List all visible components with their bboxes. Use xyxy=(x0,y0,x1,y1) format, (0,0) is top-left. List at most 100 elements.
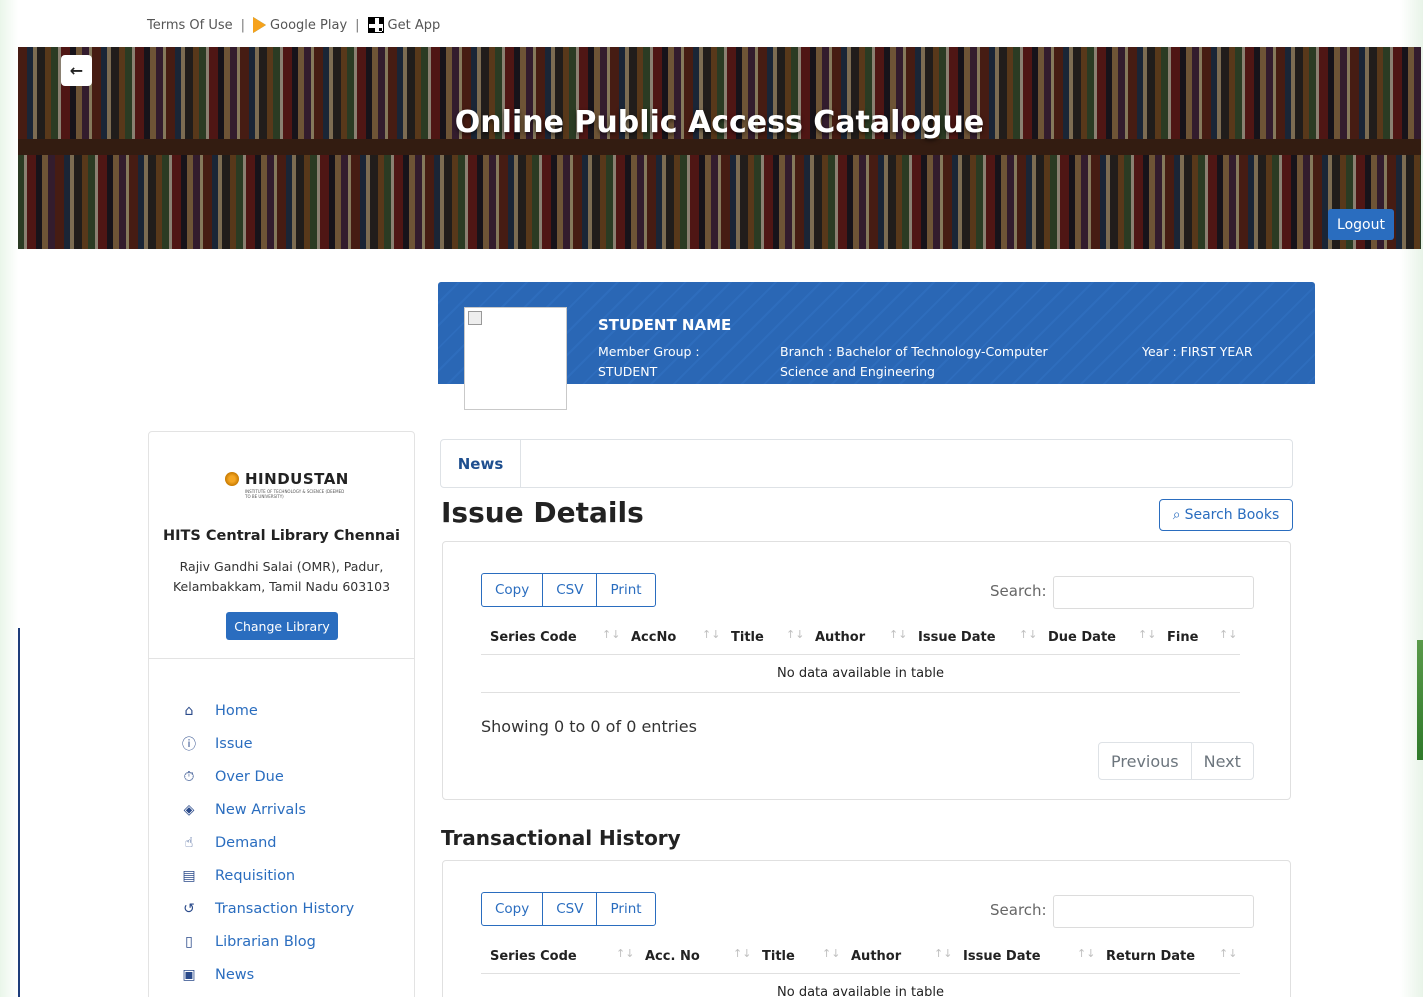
sidebar-menu: ⌂ Home ⓘ Issue ⏱ Over Due ◈ New Arrivals ☝ De… xyxy=(181,694,354,991)
sort-icon[interactable]: ↑↓ xyxy=(1219,628,1237,641)
logo-emblem-icon xyxy=(225,472,239,486)
sidebar-item-label: Librarian Blog xyxy=(215,933,316,950)
export-button-group: Copy CSV Print xyxy=(481,892,656,926)
google-play-label: Google Play xyxy=(270,17,348,33)
change-library-button[interactable]: Change Library xyxy=(226,612,338,640)
table-search-input[interactable] xyxy=(1053,895,1254,928)
empty-table-message: No data available in table xyxy=(481,974,1240,997)
issue-details-panel: Copy CSV Print Search: Series Code ↑↓ Ac… xyxy=(442,541,1291,800)
divider xyxy=(149,658,414,659)
column-header[interactable]: Issue Date xyxy=(963,939,1041,974)
back-button[interactable]: ← xyxy=(61,55,92,86)
arrow-left-icon: ← xyxy=(69,61,84,80)
sort-icon[interactable]: ↑↓ xyxy=(602,628,620,641)
column-header[interactable]: Due Date xyxy=(1048,620,1116,655)
sort-icon[interactable]: ↑↓ xyxy=(616,947,634,960)
column-header[interactable]: Author xyxy=(851,939,901,974)
sidebar-item-demand[interactable]: ☝ Demand xyxy=(181,826,354,859)
column-header[interactable]: Fine xyxy=(1167,620,1198,655)
header-banner: Online Public Access Catalogue ← Logout xyxy=(18,47,1421,249)
sort-icon[interactable]: ↑↓ xyxy=(934,947,952,960)
sidebar-item-label: New Arrivals xyxy=(215,801,306,818)
sidebar-item-label: Over Due xyxy=(215,768,284,785)
cursor-click-icon: ☝ xyxy=(184,834,194,851)
copy-button[interactable]: Copy xyxy=(481,573,544,607)
document-icon: ▣ xyxy=(182,966,196,983)
column-header[interactable]: Title xyxy=(762,939,795,974)
clock-money-icon: ⏱ xyxy=(183,768,195,785)
logout-button[interactable]: Logout xyxy=(1328,209,1394,240)
sort-icon[interactable]: ↑↓ xyxy=(1019,628,1037,641)
copy-button[interactable]: Copy xyxy=(481,892,544,926)
column-header[interactable]: Acc. No xyxy=(645,939,700,974)
sort-icon[interactable]: ↑↓ xyxy=(1219,947,1237,960)
student-photo xyxy=(464,307,567,410)
library-address: Rajiv Gandhi Salai (OMR), Padur, Kelamba… xyxy=(172,559,391,594)
get-app-link[interactable]: Get App xyxy=(367,17,441,33)
tab-news[interactable]: News xyxy=(441,440,521,487)
search-icon: ⌕ xyxy=(1172,507,1181,523)
sort-icon[interactable]: ↑↓ xyxy=(889,628,907,641)
sidebar-item-home[interactable]: ⌂ Home xyxy=(181,694,354,727)
column-header[interactable]: AccNo xyxy=(631,620,676,655)
transactional-history-title: Transactional History xyxy=(441,826,681,850)
sidebar-item-transaction-history[interactable]: ↺ Transaction History xyxy=(181,892,354,925)
separator: | xyxy=(240,17,246,33)
sort-icon[interactable]: ↑↓ xyxy=(1138,628,1156,641)
google-play-icon xyxy=(253,17,267,33)
csv-button[interactable]: CSV xyxy=(542,573,598,607)
alert-circle-icon: ⓘ xyxy=(182,736,196,753)
sidebar-item-label: Requisition xyxy=(215,867,296,884)
column-header[interactable]: Issue Date xyxy=(918,620,996,655)
book-icon: ▯ xyxy=(185,933,193,950)
search-books-button[interactable]: ⌕ Search Books xyxy=(1159,499,1293,531)
library-sidebar: HINDUSTAN INSTITUTE OF TECHNOLOGY & SCIE… xyxy=(148,431,415,997)
sort-icon[interactable]: ↑↓ xyxy=(733,947,751,960)
issue-details-title: Issue Details xyxy=(441,496,644,529)
sidebar-item-label: Demand xyxy=(215,834,277,851)
sort-icon[interactable]: ↑↓ xyxy=(1077,947,1095,960)
column-header[interactable]: Title xyxy=(731,620,764,655)
previous-button[interactable]: Previous xyxy=(1098,742,1192,780)
history-icon: ↺ xyxy=(183,900,195,917)
table-info: Showing 0 to 0 of 0 entries xyxy=(481,717,697,736)
terms-link[interactable]: Terms Of Use xyxy=(147,18,233,33)
column-header[interactable]: Author xyxy=(815,620,865,655)
column-header[interactable]: Series Code xyxy=(490,939,577,974)
home-icon: ⌂ xyxy=(184,702,194,719)
broken-image-icon xyxy=(468,311,482,325)
left-accent-rule xyxy=(18,628,20,997)
table-search-input[interactable] xyxy=(1053,576,1254,609)
sort-icon[interactable]: ↑↓ xyxy=(822,947,840,960)
page-title: Online Public Access Catalogue xyxy=(454,105,985,140)
table-header: Series Code ↑↓ AccNo ↑↓ Title ↑↓ Author … xyxy=(481,620,1240,655)
separator: | xyxy=(355,17,360,33)
tab-bar: News xyxy=(440,439,1293,488)
get-app-label: Get App xyxy=(387,17,441,33)
sidebar-item-over-due[interactable]: ⏱ Over Due xyxy=(181,760,354,793)
student-name: STUDENT NAME xyxy=(598,316,732,334)
empty-table-message: No data available in table xyxy=(481,655,1240,693)
search-books-label: Search Books xyxy=(1184,507,1280,523)
google-play-link[interactable]: Google Play xyxy=(253,17,347,33)
sidebar-item-new-arrivals[interactable]: ◈ New Arrivals xyxy=(181,793,354,826)
search-label: Search: xyxy=(990,582,1047,600)
student-year: Year : FIRST YEAR xyxy=(1142,344,1253,359)
table-header: Series Code ↑↓ Acc. No ↑↓ Title ↑↓ Autho… xyxy=(481,939,1240,974)
export-button-group: Copy CSV Print xyxy=(481,573,656,607)
sidebar-item-issue[interactable]: ⓘ Issue xyxy=(181,727,354,760)
sort-icon[interactable]: ↑↓ xyxy=(702,628,720,641)
sidebar-item-requisition[interactable]: ▤ Requisition xyxy=(181,859,354,892)
library-logo: HINDUSTAN xyxy=(225,470,349,488)
print-button[interactable]: Print xyxy=(596,573,656,607)
right-accent-strip xyxy=(1417,640,1423,760)
print-button[interactable]: Print xyxy=(596,892,656,926)
sidebar-item-news[interactable]: ▣ News xyxy=(181,958,354,991)
column-header[interactable]: Return Date xyxy=(1106,939,1195,974)
csv-button[interactable]: CSV xyxy=(542,892,598,926)
pagination: Previous Next xyxy=(1098,742,1254,780)
column-header[interactable]: Series Code xyxy=(490,620,577,655)
sidebar-item-librarian-blog[interactable]: ▯ Librarian Blog xyxy=(181,925,354,958)
sort-icon[interactable]: ↑↓ xyxy=(786,628,804,641)
next-button[interactable]: Next xyxy=(1190,742,1254,780)
